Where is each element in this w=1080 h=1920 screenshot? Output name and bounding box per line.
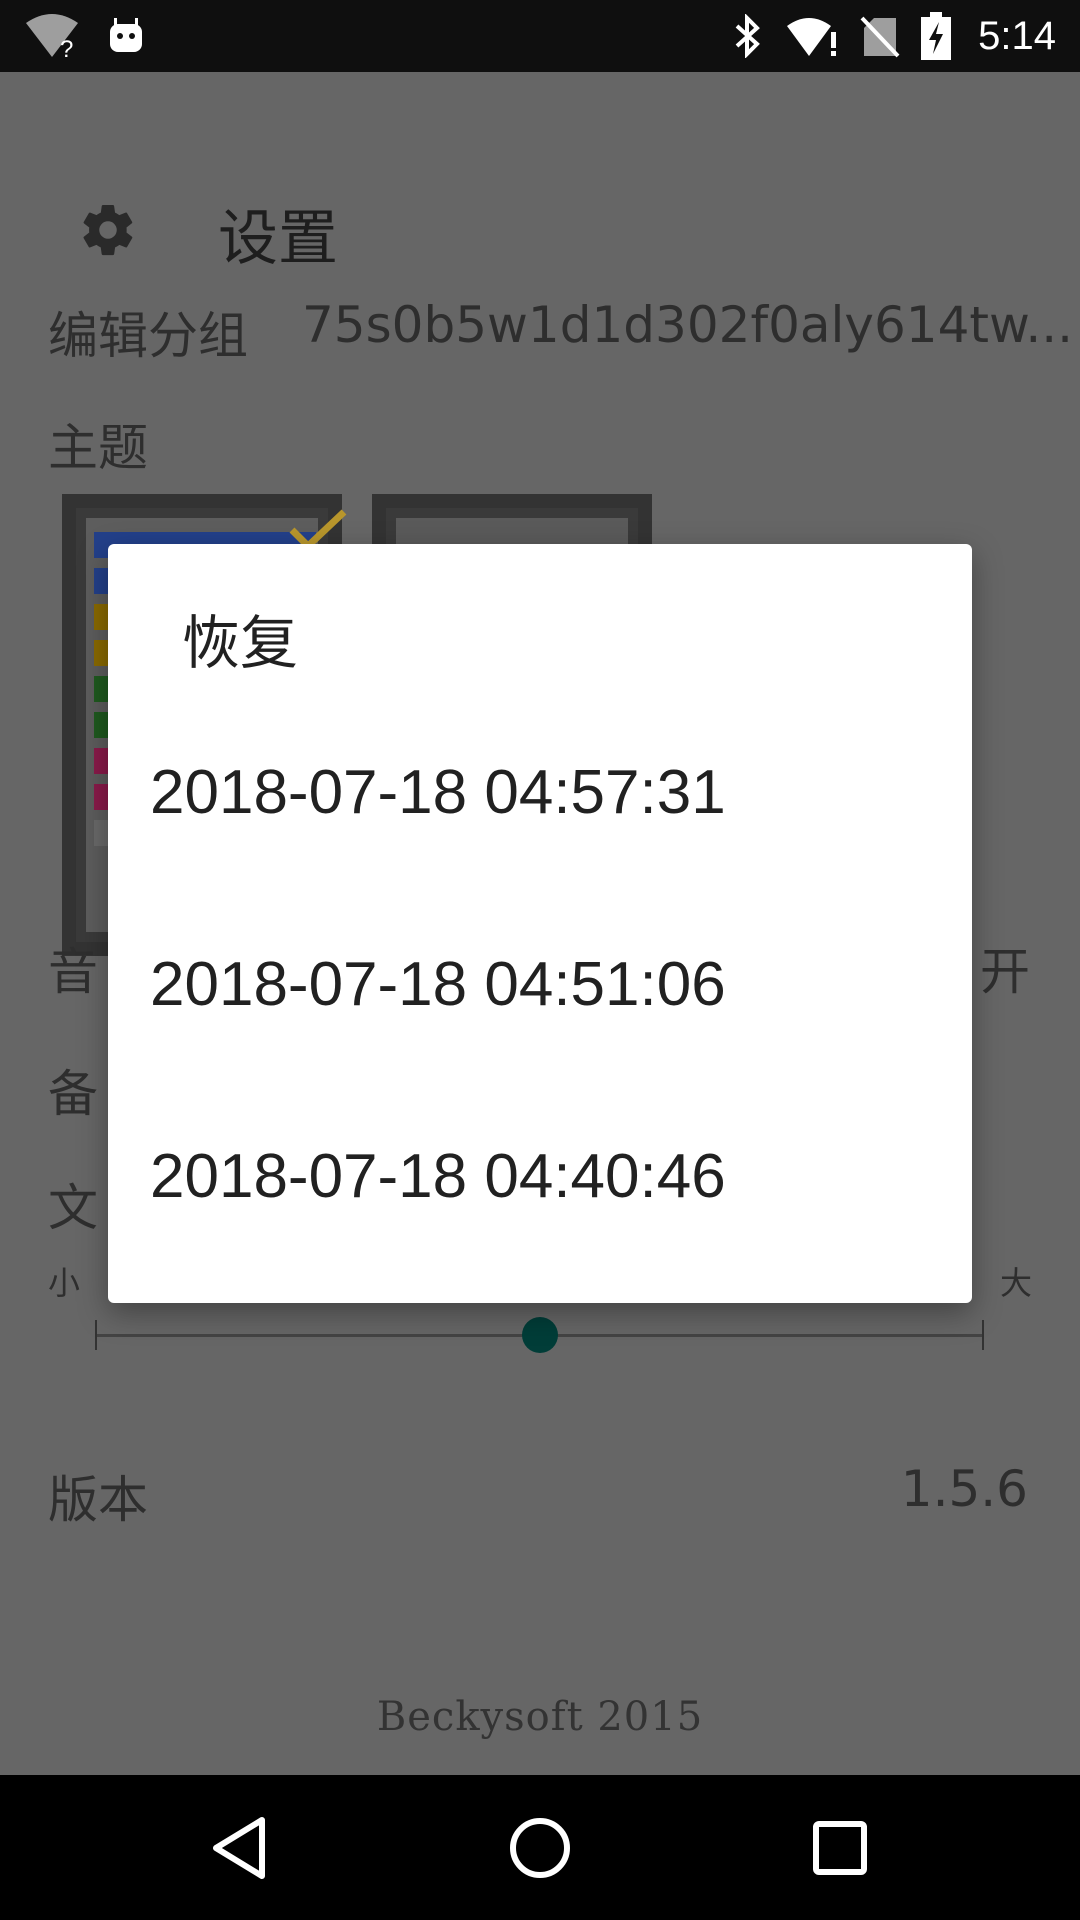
recents-icon[interactable] [770,1775,910,1920]
text-size-label: 文 [48,1179,98,1237]
version-value: 1.5.6 [900,1460,1028,1518]
text-size-slider-thumb[interactable] [521,1317,558,1353]
slider-end-tick [982,1320,984,1350]
status-bar: ? 5:14 [0,0,1080,72]
edit-group-value[interactable]: 75s0b5w1d1d302f0aly614tw... [302,296,1073,354]
restore-item[interactable]: 2018-07-18 04:51:06 [108,888,972,1080]
svg-text:?: ? [60,36,73,59]
back-icon[interactable] [170,1775,310,1920]
android-robot-icon [104,0,148,72]
navigation-bar [0,1775,1080,1920]
dialog-title: 恢复 [182,609,299,677]
home-icon[interactable] [470,1775,610,1920]
slider-max-label: 大 [999,1264,1032,1302]
sound-label: 音 [48,943,98,1001]
signal-alert-icon [786,0,842,72]
battery-charging-icon [918,0,954,72]
slider-start-tick [95,1320,97,1350]
slider-min-label: 小 [48,1264,81,1302]
footer-brand: Beckysoft 2015 [376,1694,704,1740]
gear-icon [78,200,138,260]
clock: 5:14 [978,14,1056,58]
theme-label: 主题 [48,419,148,477]
no-sim-icon [858,0,902,72]
sound-value[interactable]: 开 [980,932,1030,1004]
restore-item[interactable]: 2018-07-18 04:57:31 [108,696,972,888]
bluetooth-icon [728,0,768,72]
restore-dialog: 恢复 2018-07-18 04:57:31 2018-07-18 04:51:… [108,544,972,1303]
page-title: 设置 [218,204,338,274]
backup-label[interactable]: 备 [48,1054,98,1126]
edit-group-label[interactable]: 编辑分组 [48,296,248,368]
restore-item[interactable]: 2018-07-18 04:40:46 [108,1080,972,1272]
version-label: 版本 [48,1471,148,1529]
wifi-question-icon: ? [22,0,82,72]
